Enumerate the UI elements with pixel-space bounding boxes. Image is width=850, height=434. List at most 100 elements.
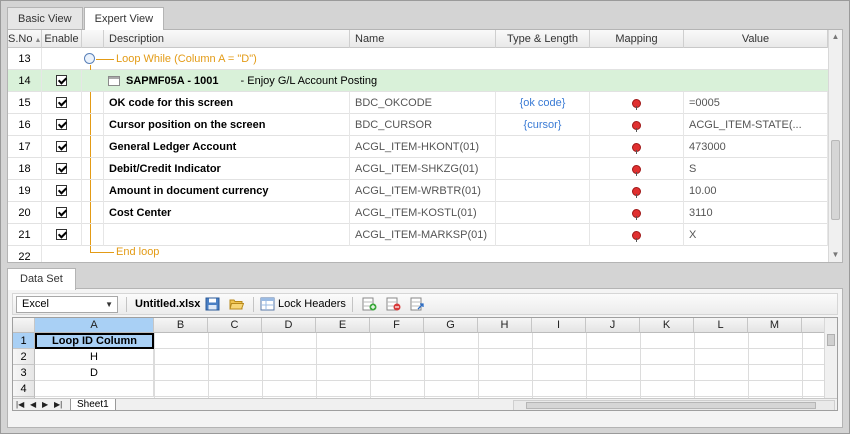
- scroll-thumb[interactable]: [827, 334, 835, 346]
- row-number: 21: [8, 224, 42, 246]
- sheet-row-header[interactable]: 2: [13, 349, 35, 365]
- pin-icon[interactable]: [632, 142, 641, 154]
- sheet-horizontal-scrollbar[interactable]: [513, 400, 835, 410]
- scroll-up-icon[interactable]: ▲: [829, 30, 842, 44]
- app-window: Basic View Expert View S.No ▲ Enable Desc…: [0, 0, 850, 434]
- chevron-down-icon: ▼: [105, 300, 113, 309]
- lock-headers-button[interactable]: Lock Headers: [278, 294, 346, 315]
- sheet-col-header[interactable]: F: [370, 318, 424, 333]
- col-header-description[interactable]: Description: [104, 30, 350, 48]
- pin-icon[interactable]: [632, 120, 641, 132]
- enable-cell: [42, 158, 82, 180]
- sheet-col-header[interactable]: A: [35, 318, 154, 333]
- sheet-col-header[interactable]: M: [748, 318, 802, 333]
- scroll-down-icon[interactable]: ▼: [829, 248, 842, 262]
- grid-row-loop-start[interactable]: 13 Loop While (Column A = "D"): [8, 48, 828, 70]
- pin-icon[interactable]: [632, 164, 641, 176]
- sheet-corner[interactable]: [13, 318, 35, 333]
- prev-sheet-icon[interactable]: ◀: [30, 399, 36, 410]
- enable-checkbox[interactable]: [56, 140, 67, 152]
- open-folder-icon[interactable]: [229, 297, 244, 311]
- value-cell[interactable]: 3110: [684, 202, 828, 224]
- sheet-tab[interactable]: Sheet1: [70, 399, 116, 410]
- col-header-sno[interactable]: S.No ▲: [8, 30, 42, 48]
- sheet-col-header[interactable]: D: [262, 318, 316, 333]
- grid-row[interactable]: 20 Cost Center ACGL_ITEM-KOSTL(01) 3110: [8, 202, 828, 224]
- sheet-col-header[interactable]: K: [640, 318, 694, 333]
- pin-icon[interactable]: [632, 230, 641, 242]
- remove-column-icon[interactable]: [386, 297, 401, 311]
- next-sheet-icon[interactable]: ▶: [42, 399, 48, 410]
- col-header-enable[interactable]: Enable: [42, 30, 82, 48]
- tab-basic-view[interactable]: Basic View: [7, 7, 83, 29]
- enable-checkbox[interactable]: [56, 118, 67, 130]
- grid-row-loop-end[interactable]: 22 End loop: [8, 246, 828, 262]
- tab-data-set[interactable]: Data Set: [7, 268, 76, 290]
- sheet-col-header[interactable]: C: [208, 318, 262, 333]
- grid-row[interactable]: 16 Cursor position on the screen BDC_CUR…: [8, 114, 828, 136]
- value-cell[interactable]: X: [684, 224, 828, 246]
- dataset-tabs: Data Set: [7, 268, 76, 290]
- name-cell: ACGL_ITEM-KOSTL(01): [350, 202, 496, 224]
- save-icon[interactable]: [205, 297, 220, 311]
- sheet-col-header[interactable]: J: [586, 318, 640, 333]
- grid-vertical-scrollbar[interactable]: ▲ ▼: [828, 30, 842, 262]
- loop-condition-label[interactable]: Loop While (Column A = "D"): [116, 48, 416, 70]
- cell-a2[interactable]: H: [35, 349, 154, 365]
- last-sheet-icon[interactable]: ▶|: [54, 399, 62, 410]
- enable-checkbox[interactable]: [56, 96, 67, 108]
- spreadsheet[interactable]: A B C D E F G H I J K L M N 1 2 3 4 Loop…: [12, 317, 838, 411]
- export-sheet-icon[interactable]: [410, 297, 425, 311]
- sheet-col-header[interactable]: L: [694, 318, 748, 333]
- sheet-row-header[interactable]: 3: [13, 365, 35, 381]
- enable-cell: [42, 92, 82, 114]
- lock-headers-icon[interactable]: [260, 297, 275, 311]
- value-cell[interactable]: 473000: [684, 136, 828, 158]
- sheet-col-header[interactable]: E: [316, 318, 370, 333]
- sheet-col-header[interactable]: I: [532, 318, 586, 333]
- sheet-col-header[interactable]: G: [424, 318, 478, 333]
- enable-checkbox[interactable]: [56, 184, 67, 196]
- mapping-cell: [590, 224, 684, 246]
- grid-row[interactable]: 19 Amount in document currency ACGL_ITEM…: [8, 180, 828, 202]
- enable-checkbox[interactable]: [56, 228, 67, 240]
- cell-a4[interactable]: [35, 381, 154, 397]
- name-cell: BDC_CURSOR: [350, 114, 496, 136]
- tab-expert-view[interactable]: Expert View: [83, 7, 165, 30]
- cell-a1[interactable]: Loop ID Column: [35, 333, 154, 349]
- file-name: Untitled.xlsx: [135, 298, 201, 310]
- sheet-col-header[interactable]: B: [154, 318, 208, 333]
- value-cell[interactable]: S: [684, 158, 828, 180]
- add-column-icon[interactable]: [362, 297, 377, 311]
- sheet-vertical-scrollbar[interactable]: [824, 318, 837, 398]
- name-cell: ACGL_ITEM-WRBTR(01): [350, 180, 496, 202]
- scroll-thumb[interactable]: [526, 402, 816, 409]
- first-sheet-icon[interactable]: |◀: [16, 399, 24, 410]
- grid-row[interactable]: 17 General Ledger Account ACGL_ITEM-HKON…: [8, 136, 828, 158]
- col-header-name[interactable]: Name: [350, 30, 496, 48]
- enable-checkbox[interactable]: [56, 162, 67, 174]
- sheet-grid-lines: [154, 333, 834, 398]
- name-cell: ACGL_ITEM-MARKSP(01): [350, 224, 496, 246]
- end-loop-label[interactable]: End loop: [116, 241, 316, 262]
- value-cell[interactable]: 10.00: [684, 180, 828, 202]
- grid-row[interactable]: 18 Debit/Credit Indicator ACGL_ITEM-SHKZ…: [8, 158, 828, 180]
- value-cell[interactable]: ACGL_ITEM-STATE(...: [684, 114, 828, 136]
- sheet-row-header[interactable]: 1: [13, 333, 35, 349]
- value-cell[interactable]: =0005: [684, 92, 828, 114]
- grid-row-screen[interactable]: 14 SAPMF05A - 1001- Enjoy G/L Account Po…: [8, 70, 828, 92]
- sheet-row-header[interactable]: 4: [13, 381, 35, 397]
- col-header-type-length[interactable]: Type & Length: [496, 30, 590, 48]
- col-header-mapping[interactable]: Mapping: [590, 30, 684, 48]
- col-header-value[interactable]: Value: [684, 30, 828, 48]
- scroll-thumb[interactable]: [831, 140, 840, 220]
- source-dropdown[interactable]: Excel ▼: [16, 296, 118, 313]
- cell-a3[interactable]: D: [35, 365, 154, 381]
- enable-checkbox[interactable]: [56, 74, 67, 86]
- pin-icon[interactable]: [632, 208, 641, 220]
- pin-icon[interactable]: [632, 98, 641, 110]
- pin-icon[interactable]: [632, 186, 641, 198]
- enable-checkbox[interactable]: [56, 206, 67, 218]
- sheet-col-header[interactable]: H: [478, 318, 532, 333]
- grid-row[interactable]: 15 OK code for this screen BDC_OKCODE {o…: [8, 92, 828, 114]
